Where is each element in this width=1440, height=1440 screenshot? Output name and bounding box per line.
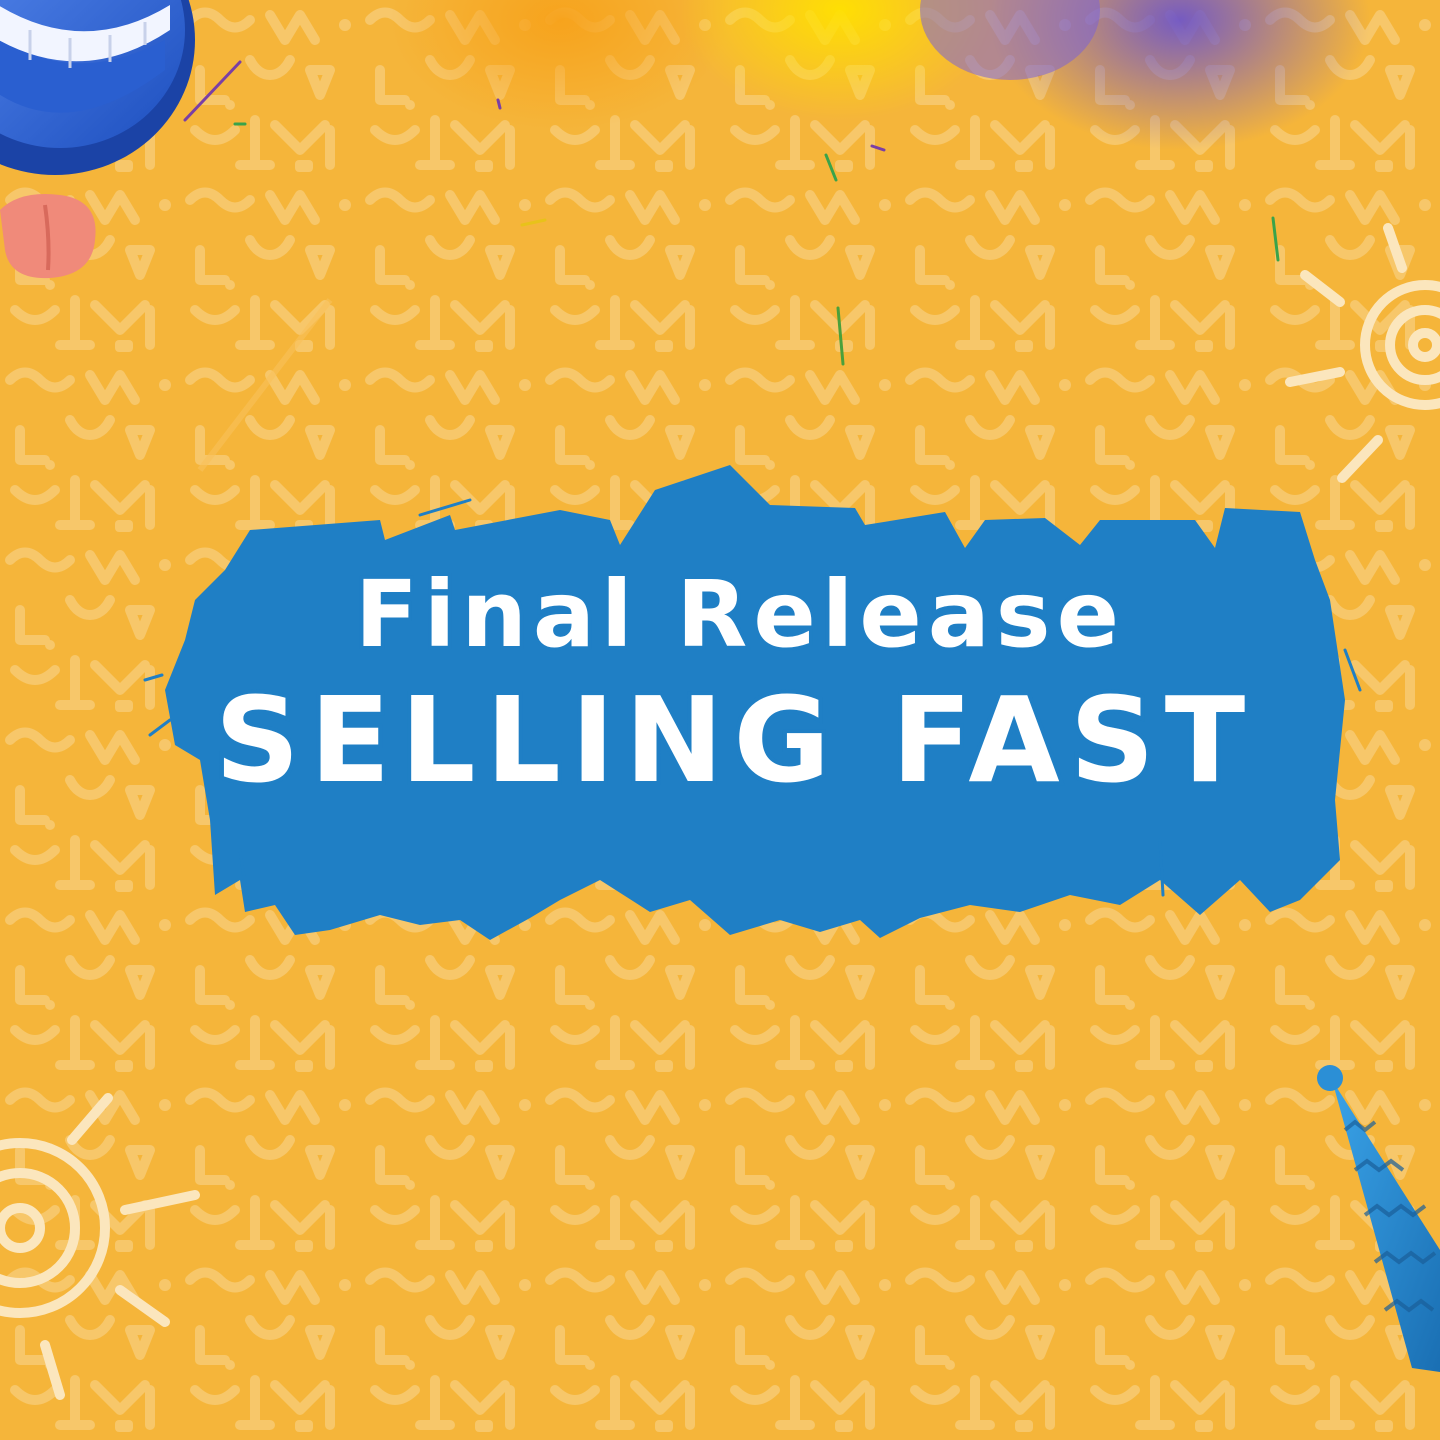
promo-poster: Final Release SELLING FAST	[0, 0, 1440, 1440]
brush-stroke-banner	[143, 465, 1362, 940]
